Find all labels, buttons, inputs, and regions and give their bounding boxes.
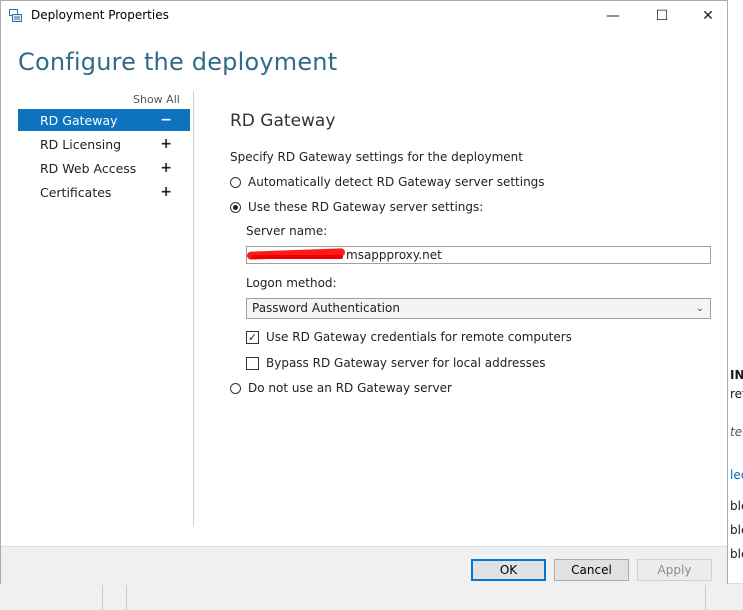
radio-label: Do not use an RD Gateway server bbox=[248, 381, 452, 395]
background-text-fragment: lec bbox=[730, 468, 743, 482]
checkmark-icon: ✓ bbox=[247, 330, 258, 344]
radio-button-unchecked[interactable] bbox=[230, 176, 241, 188]
section-title: RD Gateway bbox=[230, 111, 336, 131]
nav-item-label: Certificates bbox=[40, 184, 112, 200]
nav-item-label: RD Web Access bbox=[40, 160, 137, 176]
server-name-value: msappproxy.net bbox=[346, 248, 442, 262]
server-name-label: Server name: bbox=[246, 224, 328, 238]
maximize-button[interactable]: ☐ bbox=[639, 1, 685, 31]
deployment-properties-dialog: Deployment Properties — ☐ ✕ Configure th… bbox=[0, 0, 728, 585]
background-text-fragment: te bbox=[730, 425, 743, 439]
checkbox-label: Bypass RD Gateway server for local addre… bbox=[266, 356, 546, 370]
chevron-down-icon: ⌄ bbox=[695, 303, 704, 314]
radio-do-not-use[interactable]: Do not use an RD Gateway server bbox=[230, 381, 452, 395]
dialog-footer: OK Cancel Apply bbox=[1, 546, 727, 585]
background-window-bottom bbox=[0, 583, 743, 610]
checkbox-use-credentials[interactable]: ✓ Use RD Gateway credentials for remote … bbox=[246, 330, 572, 344]
nav-item-label: RD Licensing bbox=[40, 136, 122, 152]
ok-button[interactable]: OK bbox=[471, 559, 546, 581]
apply-button[interactable]: Apply bbox=[637, 559, 712, 581]
nav-item-rd-web-access[interactable]: RD Web Access + bbox=[18, 157, 190, 179]
background-text-fragment: ble bbox=[730, 523, 743, 537]
checkbox-bypass-local[interactable]: Bypass RD Gateway server for local addre… bbox=[246, 356, 546, 370]
deployment-icon bbox=[9, 9, 22, 22]
close-button[interactable]: ✕ bbox=[685, 1, 731, 31]
section-description: Specify RD Gateway settings for the depl… bbox=[230, 150, 523, 164]
background-text-fragment: IN bbox=[730, 368, 743, 382]
minimize-icon: — bbox=[606, 8, 620, 24]
nav-item-rd-licensing[interactable]: RD Licensing + bbox=[18, 133, 190, 155]
nav-item-rd-gateway[interactable]: RD Gateway − bbox=[18, 109, 190, 131]
radio-label: Use these RD Gateway server settings: bbox=[248, 200, 484, 214]
nav-item-label: RD Gateway bbox=[40, 112, 118, 128]
radio-label: Automatically detect RD Gateway server s… bbox=[248, 175, 545, 189]
background-text-fragment: ref bbox=[730, 387, 743, 401]
cancel-button[interactable]: Cancel bbox=[554, 559, 629, 581]
nav-item-certificates[interactable]: Certificates + bbox=[18, 181, 190, 203]
background-window-edge: IN ref te lec ble ble ble bbox=[728, 0, 743, 609]
checkbox-unchecked[interactable] bbox=[246, 356, 259, 370]
maximize-icon: ☐ bbox=[655, 8, 669, 24]
logon-method-value: Password Authentication bbox=[252, 301, 400, 315]
expand-icon: + bbox=[160, 136, 172, 152]
redaction-mark bbox=[251, 255, 343, 259]
logon-method-label: Logon method: bbox=[246, 276, 337, 290]
minimize-button[interactable]: — bbox=[590, 1, 636, 31]
navigation-pane: Show All RD Gateway − RD Licensing + RD … bbox=[1, 91, 194, 527]
checkbox-checked[interactable]: ✓ bbox=[246, 330, 259, 344]
page-title: Configure the deployment bbox=[18, 48, 338, 76]
radio-button-unchecked[interactable] bbox=[230, 382, 241, 394]
radio-use-these-settings[interactable]: Use these RD Gateway server settings: bbox=[230, 200, 483, 214]
radio-auto-detect[interactable]: Automatically detect RD Gateway server s… bbox=[230, 175, 545, 189]
checkbox-label: Use RD Gateway credentials for remote co… bbox=[266, 330, 572, 344]
background-text-fragment: ble bbox=[730, 499, 743, 513]
logon-method-dropdown[interactable]: Password Authentication ⌄ bbox=[246, 298, 711, 319]
window-title: Deployment Properties bbox=[31, 8, 169, 22]
expand-icon: + bbox=[160, 184, 172, 200]
close-icon: ✕ bbox=[702, 8, 714, 24]
expand-icon: + bbox=[160, 160, 172, 176]
server-name-input[interactable]: msappproxy.net bbox=[246, 246, 711, 264]
background-text-fragment: ble bbox=[730, 547, 743, 561]
show-all-link[interactable]: Show All bbox=[133, 93, 180, 106]
title-bar: Deployment Properties — ☐ ✕ bbox=[1, 1, 727, 31]
collapse-icon: − bbox=[160, 112, 172, 128]
radio-button-checked[interactable] bbox=[230, 201, 241, 213]
